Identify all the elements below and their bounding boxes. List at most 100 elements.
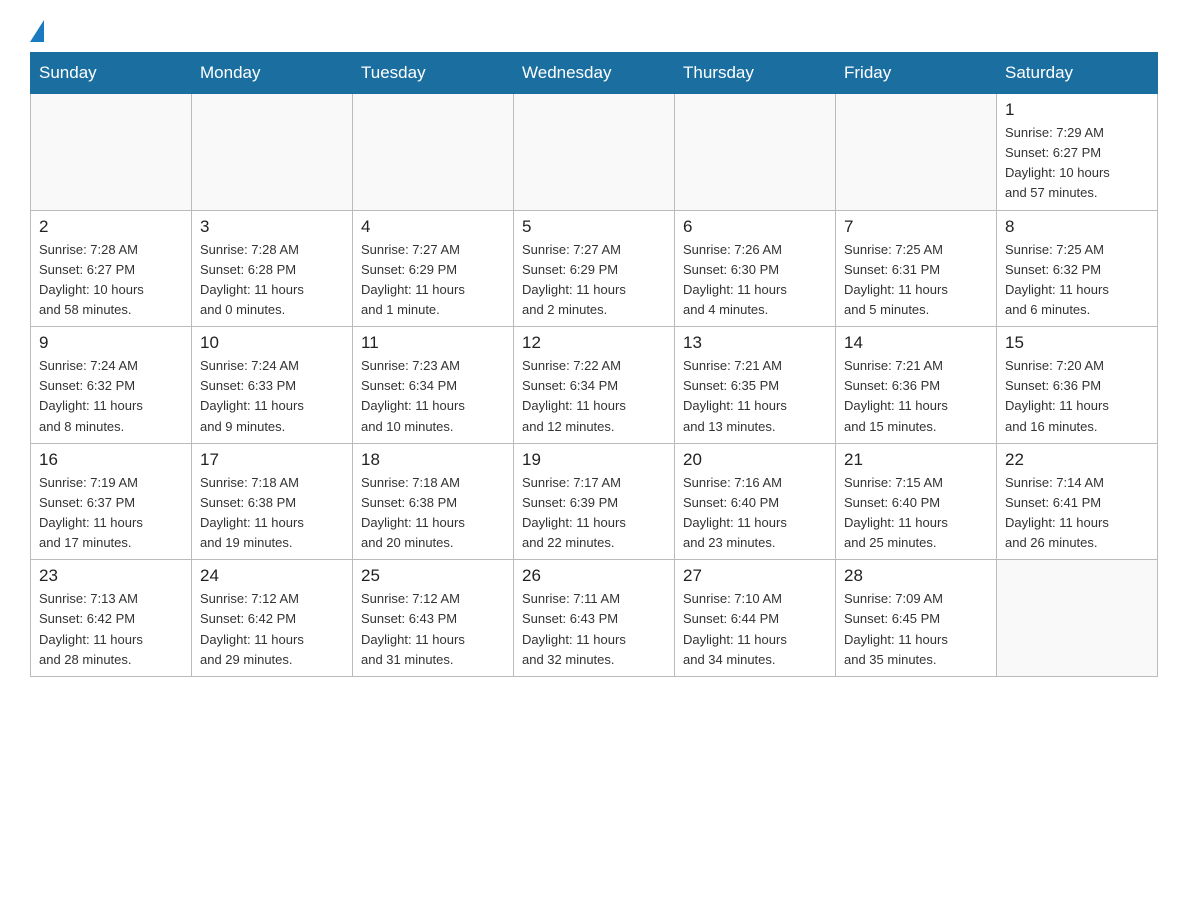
calendar-cell: 10 Sunrise: 7:24 AM Sunset: 6:33 PM Dayli… <box>192 327 353 444</box>
day-number: 28 <box>844 566 988 586</box>
day-number: 8 <box>1005 217 1149 237</box>
calendar-cell <box>353 94 514 211</box>
day-number: 11 <box>361 333 505 353</box>
weekday-header-tuesday: Tuesday <box>353 53 514 94</box>
calendar-cell: 22 Sunrise: 7:14 AM Sunset: 6:41 PM Dayli… <box>997 443 1158 560</box>
calendar-cell: 1 Sunrise: 7:29 AM Sunset: 6:27 PM Daylig… <box>997 94 1158 211</box>
day-number: 24 <box>200 566 344 586</box>
weekday-header-row: SundayMondayTuesdayWednesdayThursdayFrid… <box>31 53 1158 94</box>
calendar-cell: 15 Sunrise: 7:20 AM Sunset: 6:36 PM Dayli… <box>997 327 1158 444</box>
day-number: 3 <box>200 217 344 237</box>
weekday-header-wednesday: Wednesday <box>514 53 675 94</box>
day-info: Sunrise: 7:21 AM Sunset: 6:35 PM Dayligh… <box>683 356 827 437</box>
weekday-header-saturday: Saturday <box>997 53 1158 94</box>
day-info: Sunrise: 7:18 AM Sunset: 6:38 PM Dayligh… <box>361 473 505 554</box>
calendar-cell: 26 Sunrise: 7:11 AM Sunset: 6:43 PM Dayli… <box>514 560 675 677</box>
day-number: 2 <box>39 217 183 237</box>
day-info: Sunrise: 7:17 AM Sunset: 6:39 PM Dayligh… <box>522 473 666 554</box>
day-info: Sunrise: 7:24 AM Sunset: 6:32 PM Dayligh… <box>39 356 183 437</box>
day-info: Sunrise: 7:27 AM Sunset: 6:29 PM Dayligh… <box>522 240 666 321</box>
day-info: Sunrise: 7:12 AM Sunset: 6:42 PM Dayligh… <box>200 589 344 670</box>
calendar-cell: 9 Sunrise: 7:24 AM Sunset: 6:32 PM Daylig… <box>31 327 192 444</box>
day-number: 23 <box>39 566 183 586</box>
day-info: Sunrise: 7:11 AM Sunset: 6:43 PM Dayligh… <box>522 589 666 670</box>
day-number: 19 <box>522 450 666 470</box>
calendar-cell: 28 Sunrise: 7:09 AM Sunset: 6:45 PM Dayli… <box>836 560 997 677</box>
day-info: Sunrise: 7:16 AM Sunset: 6:40 PM Dayligh… <box>683 473 827 554</box>
day-info: Sunrise: 7:29 AM Sunset: 6:27 PM Dayligh… <box>1005 123 1149 204</box>
day-info: Sunrise: 7:26 AM Sunset: 6:30 PM Dayligh… <box>683 240 827 321</box>
week-row-1: 1 Sunrise: 7:29 AM Sunset: 6:27 PM Daylig… <box>31 94 1158 211</box>
calendar-table: SundayMondayTuesdayWednesdayThursdayFrid… <box>30 52 1158 677</box>
day-info: Sunrise: 7:15 AM Sunset: 6:40 PM Dayligh… <box>844 473 988 554</box>
day-info: Sunrise: 7:21 AM Sunset: 6:36 PM Dayligh… <box>844 356 988 437</box>
day-info: Sunrise: 7:28 AM Sunset: 6:28 PM Dayligh… <box>200 240 344 321</box>
day-info: Sunrise: 7:22 AM Sunset: 6:34 PM Dayligh… <box>522 356 666 437</box>
calendar-cell: 23 Sunrise: 7:13 AM Sunset: 6:42 PM Dayli… <box>31 560 192 677</box>
day-info: Sunrise: 7:25 AM Sunset: 6:32 PM Dayligh… <box>1005 240 1149 321</box>
day-info: Sunrise: 7:24 AM Sunset: 6:33 PM Dayligh… <box>200 356 344 437</box>
logo-triangle-icon <box>30 20 44 42</box>
calendar-cell: 3 Sunrise: 7:28 AM Sunset: 6:28 PM Daylig… <box>192 210 353 327</box>
week-row-5: 23 Sunrise: 7:13 AM Sunset: 6:42 PM Dayli… <box>31 560 1158 677</box>
calendar-cell: 18 Sunrise: 7:18 AM Sunset: 6:38 PM Dayli… <box>353 443 514 560</box>
day-number: 20 <box>683 450 827 470</box>
day-number: 26 <box>522 566 666 586</box>
day-number: 22 <box>1005 450 1149 470</box>
calendar-cell <box>192 94 353 211</box>
weekday-header-thursday: Thursday <box>675 53 836 94</box>
day-number: 17 <box>200 450 344 470</box>
calendar-cell: 24 Sunrise: 7:12 AM Sunset: 6:42 PM Dayli… <box>192 560 353 677</box>
calendar-cell: 12 Sunrise: 7:22 AM Sunset: 6:34 PM Dayli… <box>514 327 675 444</box>
calendar-cell: 19 Sunrise: 7:17 AM Sunset: 6:39 PM Dayli… <box>514 443 675 560</box>
day-number: 18 <box>361 450 505 470</box>
weekday-header-sunday: Sunday <box>31 53 192 94</box>
day-number: 27 <box>683 566 827 586</box>
calendar-cell: 5 Sunrise: 7:27 AM Sunset: 6:29 PM Daylig… <box>514 210 675 327</box>
calendar-cell: 21 Sunrise: 7:15 AM Sunset: 6:40 PM Dayli… <box>836 443 997 560</box>
day-number: 16 <box>39 450 183 470</box>
day-number: 12 <box>522 333 666 353</box>
logo <box>30 20 44 36</box>
day-info: Sunrise: 7:25 AM Sunset: 6:31 PM Dayligh… <box>844 240 988 321</box>
day-info: Sunrise: 7:18 AM Sunset: 6:38 PM Dayligh… <box>200 473 344 554</box>
day-info: Sunrise: 7:23 AM Sunset: 6:34 PM Dayligh… <box>361 356 505 437</box>
weekday-header-friday: Friday <box>836 53 997 94</box>
day-number: 6 <box>683 217 827 237</box>
calendar-cell: 16 Sunrise: 7:19 AM Sunset: 6:37 PM Dayli… <box>31 443 192 560</box>
day-info: Sunrise: 7:19 AM Sunset: 6:37 PM Dayligh… <box>39 473 183 554</box>
calendar-cell: 11 Sunrise: 7:23 AM Sunset: 6:34 PM Dayli… <box>353 327 514 444</box>
day-info: Sunrise: 7:14 AM Sunset: 6:41 PM Dayligh… <box>1005 473 1149 554</box>
calendar-cell <box>675 94 836 211</box>
day-number: 21 <box>844 450 988 470</box>
calendar-cell: 4 Sunrise: 7:27 AM Sunset: 6:29 PM Daylig… <box>353 210 514 327</box>
calendar-cell: 20 Sunrise: 7:16 AM Sunset: 6:40 PM Dayli… <box>675 443 836 560</box>
day-info: Sunrise: 7:09 AM Sunset: 6:45 PM Dayligh… <box>844 589 988 670</box>
day-info: Sunrise: 7:20 AM Sunset: 6:36 PM Dayligh… <box>1005 356 1149 437</box>
calendar-cell <box>514 94 675 211</box>
day-number: 25 <box>361 566 505 586</box>
calendar-cell <box>997 560 1158 677</box>
calendar-cell: 25 Sunrise: 7:12 AM Sunset: 6:43 PM Dayli… <box>353 560 514 677</box>
week-row-4: 16 Sunrise: 7:19 AM Sunset: 6:37 PM Dayli… <box>31 443 1158 560</box>
day-number: 10 <box>200 333 344 353</box>
calendar-cell: 27Sunrise: 7:10 AM Sunset: 6:44 PM Dayli… <box>675 560 836 677</box>
calendar-cell: 7 Sunrise: 7:25 AM Sunset: 6:31 PM Daylig… <box>836 210 997 327</box>
calendar-cell <box>31 94 192 211</box>
day-info: Sunrise: 7:28 AM Sunset: 6:27 PM Dayligh… <box>39 240 183 321</box>
day-number: 5 <box>522 217 666 237</box>
day-number: 7 <box>844 217 988 237</box>
day-number: 15 <box>1005 333 1149 353</box>
day-info: Sunrise: 7:13 AM Sunset: 6:42 PM Dayligh… <box>39 589 183 670</box>
day-info: Sunrise: 7:27 AM Sunset: 6:29 PM Dayligh… <box>361 240 505 321</box>
day-number: 9 <box>39 333 183 353</box>
weekday-header-monday: Monday <box>192 53 353 94</box>
day-number: 1 <box>1005 100 1149 120</box>
calendar-cell <box>836 94 997 211</box>
calendar-cell: 8 Sunrise: 7:25 AM Sunset: 6:32 PM Daylig… <box>997 210 1158 327</box>
day-info: Sunrise: 7:12 AM Sunset: 6:43 PM Dayligh… <box>361 589 505 670</box>
calendar-cell: 13Sunrise: 7:21 AM Sunset: 6:35 PM Dayli… <box>675 327 836 444</box>
page-header <box>30 20 1158 36</box>
day-number: 4 <box>361 217 505 237</box>
day-number: 14 <box>844 333 988 353</box>
